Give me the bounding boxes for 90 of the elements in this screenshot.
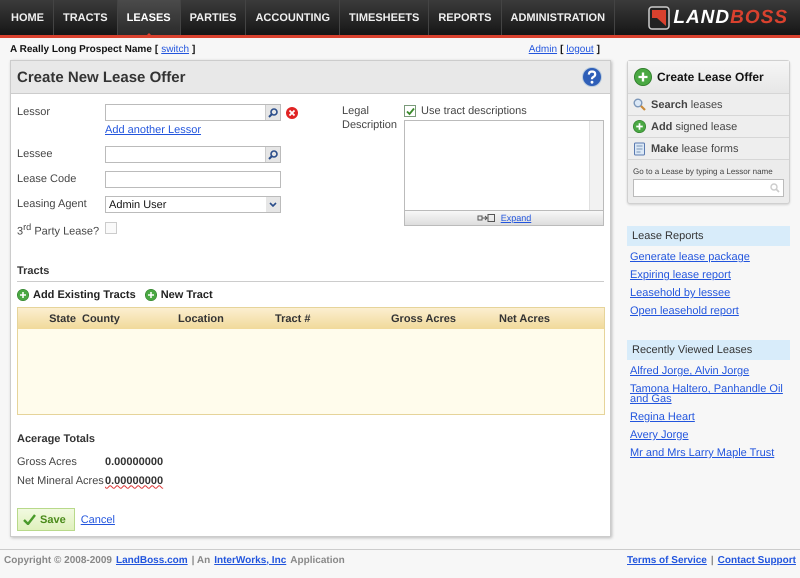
magnifier-icon [633, 98, 646, 111]
nav-tab[interactable]: TIMESHEETS [340, 0, 430, 35]
input-field[interactable] [105, 171, 281, 188]
column-header[interactable]: Gross Acres [385, 312, 493, 324]
plus-icon [17, 289, 29, 301]
bracket: ] [596, 44, 600, 54]
create-lease-offer-button[interactable]: Create Lease Offer [628, 61, 789, 94]
search-icon[interactable] [265, 147, 280, 162]
nav-tab[interactable]: PARTIES [180, 0, 246, 35]
nav-tab[interactable]: HOME [2, 0, 54, 35]
form-title: Create New Lease Offer [17, 68, 186, 86]
checkbox[interactable] [105, 222, 117, 234]
footer-link[interactable]: InterWorks, Inc [214, 554, 286, 566]
user-link[interactable]: Admin [528, 44, 558, 54]
bracket: [ [560, 44, 564, 54]
sidebar-link[interactable]: Open leasehold report [627, 304, 790, 318]
column-header[interactable]: Location [172, 312, 269, 324]
sidebar-link[interactable]: Expiring lease report [627, 268, 790, 282]
scrollbar[interactable] [589, 121, 603, 210]
sidebar-link[interactable]: Mr and Mrs Larry Maple Trust [627, 446, 790, 460]
field-label: Lessee [17, 147, 54, 162]
section-title: Acerage Totals [17, 433, 96, 445]
footer-text: | [710, 554, 714, 566]
plus-icon [144, 289, 157, 301]
column-header[interactable]: Tract # [269, 312, 385, 324]
footer-text: Application [290, 554, 345, 566]
check-icon [23, 514, 36, 525]
footer-link[interactable]: Contact Support [718, 554, 796, 566]
search-icon [770, 183, 780, 193]
sidebar-link[interactable]: Leasehold by lessee [627, 286, 790, 300]
help-icon[interactable] [582, 67, 602, 87]
cancel-link[interactable]: Cancel [80, 514, 115, 526]
document-icon [633, 142, 646, 156]
section-header: Lease Reports [627, 226, 790, 246]
remove-icon[interactable] [286, 106, 298, 118]
nav-tab[interactable]: ACCOUNTING [246, 0, 340, 35]
lookup-field[interactable] [105, 104, 281, 121]
sidebar-action[interactable]: Search leases [628, 94, 789, 116]
search-field[interactable] [633, 179, 784, 197]
add-lessor-link[interactable]: Add another Lessor [105, 124, 202, 136]
checkbox-label: Use tract descriptions [421, 105, 527, 117]
checkbox[interactable] [404, 105, 416, 117]
footer-text: | An [192, 554, 210, 566]
total-label: Gross Acres [17, 456, 78, 468]
search-hint: Go to a Lease by typing a Lessor name [633, 167, 774, 176]
footer-text: Copyright © 2008-2009 [4, 554, 112, 566]
save-button[interactable]: Save [17, 508, 75, 531]
total-value: 0.00000000 [105, 456, 164, 468]
sidebar-action[interactable]: Add signed lease [628, 116, 789, 138]
section-header: Recently Viewed Leases [627, 340, 790, 360]
field-label: Lease Code [17, 172, 78, 187]
column-header[interactable]: Net Acres [493, 312, 604, 324]
logo-text: LANDBOSS [673, 6, 788, 28]
switch-link[interactable]: switch [161, 44, 190, 54]
plus-icon [634, 68, 652, 86]
field-label: Leasing Agent [17, 197, 88, 212]
nav-tab[interactable]: ADMINISTRATION [502, 0, 616, 35]
logout-link[interactable]: logout [566, 44, 594, 54]
expand-icon [476, 214, 495, 222]
field-label: Legal Description [342, 104, 398, 133]
plus-icon [633, 120, 646, 133]
total-label: Net Mineral Acres [17, 474, 105, 486]
select-field[interactable]: Admin User [105, 196, 281, 213]
nav-tab[interactable]: REPORTS [429, 0, 502, 35]
lookup-field[interactable] [105, 146, 281, 163]
bracket: ] [192, 44, 196, 54]
column-header[interactable]: State [18, 312, 76, 324]
sidebar-action[interactable]: Make lease forms [628, 138, 789, 160]
sidebar-link[interactable]: Generate lease package [627, 250, 790, 264]
expand-link[interactable]: Expand [500, 213, 532, 223]
chevron-down-icon [269, 202, 277, 208]
sidebar-link[interactable]: Alfred Jorge, Alvin Jorge [627, 364, 790, 378]
total-value: 0.00000000 [105, 474, 164, 486]
sidebar-link[interactable]: Avery Jorge [627, 428, 790, 442]
footer-link[interactable]: LandBoss.com [116, 554, 188, 566]
prospect-name: A Really Long Prospect Name [10, 44, 152, 54]
nav-tab[interactable]: LEASES [118, 0, 181, 35]
footer-link[interactable]: Terms of Service [627, 554, 707, 566]
field-label: 3$^{rd}$ Party Lease? [17, 221, 100, 240]
sidebar-link[interactable]: Regina Heart [627, 410, 790, 424]
logo-icon [648, 6, 670, 30]
add-button[interactable]: Add Existing Tracts [17, 289, 136, 301]
legal-description-field[interactable]: Expand [404, 120, 604, 226]
field-label: Lessor [17, 105, 52, 120]
search-icon[interactable] [265, 105, 280, 120]
add-button[interactable]: New Tract [144, 289, 213, 301]
section-title: Tracts [17, 265, 604, 282]
sidebar-link[interactable]: Tamona Haltero, Panhandle Oil and Gas [627, 382, 790, 406]
column-header[interactable]: County [76, 312, 172, 324]
bracket: [ [154, 44, 158, 54]
